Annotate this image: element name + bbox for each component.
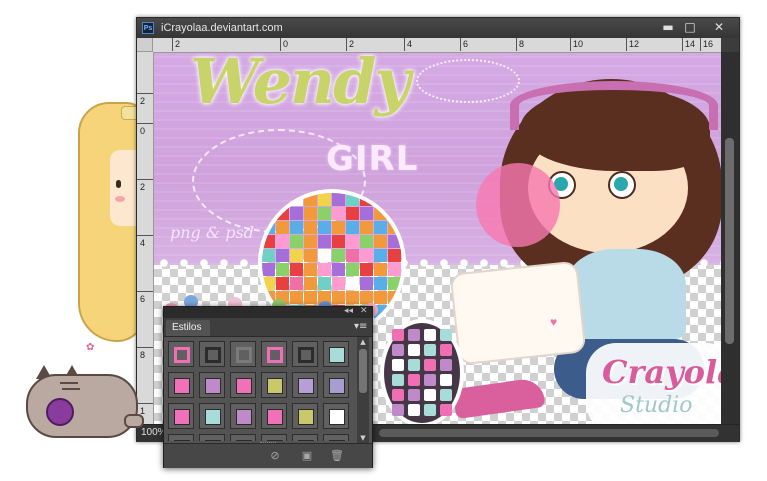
style-swatch[interactable] bbox=[230, 372, 256, 398]
yarn-ball bbox=[46, 398, 74, 426]
girl-shoe bbox=[452, 376, 546, 420]
laptop bbox=[449, 260, 587, 366]
style-swatch[interactable] bbox=[323, 403, 349, 429]
style-swatch[interactable] bbox=[292, 341, 318, 367]
small-flower-icon: ✿ bbox=[86, 342, 95, 353]
girl-shirt bbox=[566, 249, 686, 339]
ruler-tick: 0 bbox=[136, 123, 154, 136]
new-style-icon[interactable]: ▣ bbox=[300, 450, 314, 462]
cat-illustration bbox=[26, 374, 138, 438]
style-swatch[interactable] bbox=[261, 341, 287, 367]
panel-scroll-thumb[interactable] bbox=[359, 349, 367, 393]
style-swatch[interactable] bbox=[230, 341, 256, 367]
cat-stripe bbox=[62, 388, 80, 390]
style-swatch[interactable] bbox=[261, 434, 287, 441]
panel-close-icon[interactable]: ✕ bbox=[360, 306, 368, 316]
ruler-tick: 0 bbox=[279, 38, 289, 51]
resize-grip[interactable] bbox=[260, 442, 276, 445]
cat-stripe bbox=[60, 382, 78, 384]
blonde-girl-eye bbox=[116, 180, 121, 188]
style-swatch[interactable] bbox=[323, 341, 349, 367]
ruler-tick: 2 bbox=[171, 38, 181, 51]
lace-decoration bbox=[416, 59, 520, 103]
tab-estilos[interactable]: Estilos bbox=[166, 320, 210, 336]
clear-style-icon[interactable]: ⊘ bbox=[268, 450, 282, 462]
style-swatch[interactable] bbox=[292, 434, 318, 441]
panel-footer: ⊘ ▣ 🗑 bbox=[164, 442, 372, 468]
panel-header-bar[interactable]: ◂◂ ✕ bbox=[164, 306, 372, 318]
title-bar[interactable]: Ps iCrayolaa.deviantart.com ▬ □ ✕ bbox=[137, 18, 739, 38]
ruler-tick: 8 bbox=[136, 347, 154, 360]
style-swatch[interactable] bbox=[199, 372, 225, 398]
ruler-tick: 4 bbox=[136, 235, 154, 248]
pattern-circle bbox=[384, 323, 460, 423]
style-swatch[interactable] bbox=[168, 372, 194, 398]
blonde-girl-cheek bbox=[115, 196, 125, 202]
ruler-tick: 2 bbox=[136, 179, 154, 192]
vertical-ruler[interactable]: 2 0 2 4 6 8 1 bbox=[136, 52, 154, 424]
cat-tail bbox=[124, 414, 144, 428]
photoshop-icon: Ps bbox=[142, 22, 154, 34]
artwork-title: Wendy bbox=[190, 53, 410, 118]
panel-scrollbar[interactable]: ▲ ▼ bbox=[357, 337, 369, 443]
style-swatch[interactable] bbox=[261, 403, 287, 429]
brand-name: Crayola bbox=[602, 353, 721, 391]
style-swatch[interactable] bbox=[199, 434, 225, 441]
style-swatch[interactable] bbox=[230, 434, 256, 441]
styles-grid bbox=[168, 341, 354, 441]
style-swatch[interactable] bbox=[168, 341, 194, 367]
ruler-tick: 16 bbox=[699, 38, 714, 51]
ruler-tick: 4 bbox=[403, 38, 413, 51]
ruler-tick: 6 bbox=[136, 291, 154, 304]
girl-headband bbox=[510, 81, 718, 130]
scroll-down-icon[interactable]: ▼ bbox=[357, 433, 369, 443]
document-title: iCrayolaa.deviantart.com bbox=[161, 22, 283, 34]
ruler-tick: 12 bbox=[625, 38, 640, 51]
collapse-icon[interactable]: ◂◂ bbox=[344, 306, 353, 316]
ruler-tick: 10 bbox=[569, 38, 584, 51]
ruler-tick: 2 bbox=[136, 93, 154, 106]
maximize-button[interactable]: □ bbox=[681, 20, 699, 35]
scroll-up-icon[interactable]: ▲ bbox=[357, 337, 369, 347]
style-swatch[interactable] bbox=[292, 372, 318, 398]
style-swatch[interactable] bbox=[261, 372, 287, 398]
styles-panel: ◂◂ ✕ Estilos ▾≡ ▲ ▼ ⊘ ▣ 🗑 bbox=[163, 306, 373, 468]
artwork-tag: png & psd bbox=[170, 223, 254, 242]
ruler-origin[interactable] bbox=[137, 38, 153, 52]
bubble-gum bbox=[476, 163, 560, 247]
minimize-button[interactable]: ▬ bbox=[659, 20, 677, 35]
ruler-tick: 6 bbox=[459, 38, 469, 51]
ruler-tick: 14 bbox=[681, 38, 696, 51]
vertical-scrollbar[interactable] bbox=[721, 52, 739, 424]
style-swatch[interactable] bbox=[323, 372, 349, 398]
style-swatch[interactable] bbox=[199, 341, 225, 367]
style-swatch[interactable] bbox=[230, 403, 256, 429]
ruler-tick: 2 bbox=[345, 38, 355, 51]
close-button[interactable]: ✕ bbox=[707, 20, 731, 35]
horizontal-ruler[interactable]: 2 0 2 4 6 8 10 12 14 16 bbox=[153, 38, 721, 53]
style-swatch[interactable] bbox=[323, 434, 349, 441]
style-swatch[interactable] bbox=[199, 403, 225, 429]
trash-icon[interactable]: 🗑 bbox=[330, 450, 344, 462]
style-swatch[interactable] bbox=[168, 403, 194, 429]
style-swatch[interactable] bbox=[292, 403, 318, 429]
style-swatch[interactable] bbox=[168, 434, 194, 441]
artwork-subtitle: GIRL bbox=[326, 139, 419, 179]
panel-menu-icon[interactable]: ▾≡ bbox=[354, 321, 367, 332]
heart-icon: ♥ bbox=[550, 315, 558, 329]
brand-subtitle: Studio bbox=[620, 393, 693, 418]
ruler-tick: 8 bbox=[515, 38, 525, 51]
panel-tab-bar: Estilos ▾≡ bbox=[164, 318, 372, 337]
girl-eye bbox=[608, 171, 636, 199]
vertical-scroll-thumb[interactable] bbox=[725, 138, 734, 344]
horizontal-scrollbar[interactable] bbox=[379, 429, 719, 437]
